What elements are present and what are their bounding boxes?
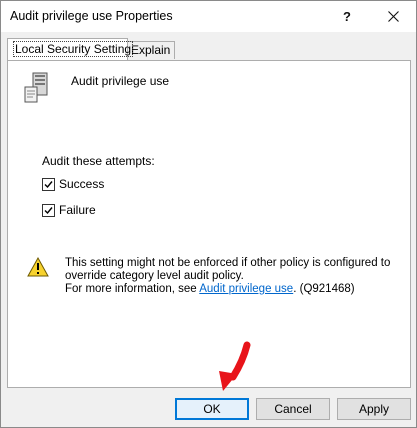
title-bar[interactable]: Audit privilege use Properties ? [1, 1, 416, 32]
cancel-button[interactable]: Cancel [256, 398, 330, 420]
apply-button[interactable]: Apply [337, 398, 411, 420]
audit-privilege-use-link[interactable]: Audit privilege use [199, 283, 293, 295]
checkmark-icon [44, 206, 53, 214]
warning-line-3-suffix: . (Q921468) [293, 283, 355, 295]
warning-line-2: override category level audit policy. [65, 270, 244, 282]
window-title: Audit privilege use Properties [10, 9, 173, 23]
attempts-label: Audit these attempts: [42, 154, 155, 168]
failure-checkbox[interactable] [42, 203, 55, 217]
red-arrow-icon [219, 341, 251, 391]
help-button[interactable]: ? [324, 1, 370, 32]
warning-message: This setting might not be enforced if ot… [65, 257, 390, 296]
success-checkbox-row[interactable]: Success [42, 177, 104, 191]
checkmark-icon [44, 180, 53, 188]
close-icon [387, 11, 399, 22]
properties-dialog: Audit privilege use Properties ? Local S… [0, 0, 417, 428]
policy-name: Audit privilege use [71, 74, 170, 88]
warning-icon [27, 257, 49, 277]
server-icon [24, 72, 48, 103]
warning-line-3: For more information, see Audit privileg… [65, 283, 390, 296]
success-checkbox[interactable] [42, 177, 55, 191]
success-label[interactable]: Success [59, 177, 104, 191]
warning-line-1: This setting might not be enforced if ot… [65, 257, 391, 269]
tab-label: Local Security Setting [13, 41, 134, 57]
tab-panel: Audit privilege use Audit these attempts… [7, 60, 411, 388]
failure-checkbox-row[interactable]: Failure [42, 203, 96, 217]
close-button[interactable] [370, 1, 416, 32]
warning-line-3-prefix: For more information, see [65, 283, 200, 295]
tab-local-security-setting[interactable]: Local Security Setting [7, 38, 134, 60]
failure-label[interactable]: Failure [59, 203, 96, 217]
ok-button[interactable]: OK [175, 398, 249, 420]
